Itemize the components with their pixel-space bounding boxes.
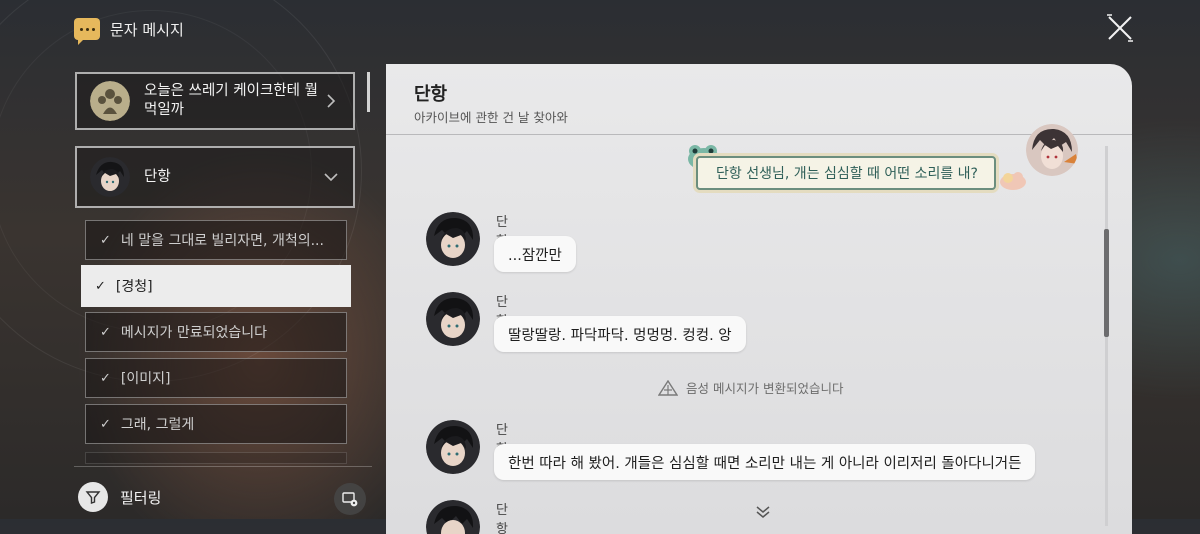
dan-heng-avatar	[426, 212, 480, 266]
sidebar-scrollbar[interactable]	[367, 72, 370, 112]
message-settings-button[interactable]	[334, 483, 366, 515]
thread-label: 그래, 그럴게	[120, 417, 195, 433]
dan-heng-avatar	[426, 420, 480, 474]
chevron-right-icon	[327, 94, 336, 108]
message-bubble: 딸랑딸랑. 파닥파닥. 멍멍멍. 컹컹. 앙	[494, 316, 746, 352]
dan-heng-avatar	[90, 157, 130, 197]
player-avatar	[1026, 124, 1078, 176]
thread-label: 네 말을 그대로 빌리자면, 개척의...	[120, 233, 324, 249]
dan-heng-avatar	[426, 500, 480, 534]
message-bubble: 한번 따라 해 봤어. 개들은 심심할 때면 소리만 내는 게 아니라 이리저리…	[494, 444, 1036, 480]
chevron-down-icon	[324, 173, 338, 182]
group-avatar-icon	[90, 81, 130, 121]
contact-signature: 아카이브에 관한 건 날 찾아와	[414, 110, 568, 125]
contact-name: 단항	[414, 84, 448, 105]
thread-item-active[interactable]: ✓ [경청]	[81, 265, 351, 307]
system-note-text: 음성 메시지가 변환되었습니다	[686, 381, 844, 396]
chat-header: 단항 아카이브에 관한 건 날 찾아와	[386, 64, 1132, 135]
check-icon: ✓	[95, 278, 106, 294]
message-sender: 단항	[496, 503, 508, 534]
check-icon: ✓	[100, 232, 111, 248]
thread-label: [경청]	[115, 279, 153, 295]
thread-label: 메시지가 만료되었습니다	[120, 325, 268, 341]
conversation-item-group[interactable]: 오늘은 쓰레기 케이크한테 뭘 먹일까	[75, 72, 355, 130]
message-app-icon	[74, 18, 100, 45]
message-text: 딸랑딸랑. 파닥파닥. 멍멍멍. 컹컹. 앙	[508, 327, 732, 344]
thread-label: [이미지]	[120, 371, 171, 387]
thread-item[interactable]: ✓ 메시지가 만료되었습니다	[85, 312, 347, 352]
thread-item[interactable]: ✓ [이미지]	[85, 358, 347, 398]
thread-item-partial	[85, 452, 347, 464]
check-icon: ✓	[100, 324, 111, 340]
outgoing-message-bubble: 단항 선생님, 개는 심심할 때 어떤 소리를 내?	[696, 156, 996, 190]
filter-button[interactable]: 필터링	[78, 482, 161, 512]
check-icon: ✓	[100, 370, 111, 386]
voice-convert-icon	[658, 379, 678, 396]
system-note: 음성 메시지가 변환되었습니다	[658, 378, 843, 397]
filter-label: 필터링	[120, 488, 162, 507]
check-icon: ✓	[100, 416, 111, 432]
scroll-down-icon[interactable]	[755, 506, 771, 518]
message-text: 한번 따라 해 봤어. 개들은 심심할 때면 소리만 내는 게 아니라 이리저리…	[508, 455, 1022, 472]
conversation-item-dan-heng[interactable]: 단항	[75, 146, 355, 208]
conversation-title: 단항	[144, 168, 171, 185]
close-icon	[1107, 14, 1133, 42]
filter-icon	[78, 482, 108, 512]
settings-icon	[342, 492, 358, 507]
app-title: 문자 메시지	[110, 20, 184, 39]
dan-heng-avatar	[426, 292, 480, 346]
chat-scroll-thumb[interactable]	[1104, 229, 1109, 337]
close-button[interactable]	[1104, 12, 1136, 44]
sticker-deco-icon	[1000, 172, 1026, 190]
outgoing-message-text: 단항 선생님, 개는 심심할 때 어떤 소리를 내?	[716, 166, 978, 182]
message-bubble: ...잠깐만	[494, 236, 576, 272]
conversation-title: 오늘은 쓰레기 케이크한테 뭘 먹일까	[144, 83, 318, 118]
thread-item[interactable]: ✓ 네 말을 그대로 빌리자면, 개척의...	[85, 220, 347, 260]
sidebar-divider	[74, 466, 372, 467]
message-text: ...잠깐만	[508, 247, 562, 264]
app-header: 문자 메시지	[74, 14, 184, 45]
thread-item[interactable]: ✓ 그래, 그럴게	[85, 404, 347, 444]
chat-panel: 단항 아카이브에 관한 건 날 찾아와 단항 선생님, 개는 심심할 때 어떤 …	[386, 64, 1132, 534]
